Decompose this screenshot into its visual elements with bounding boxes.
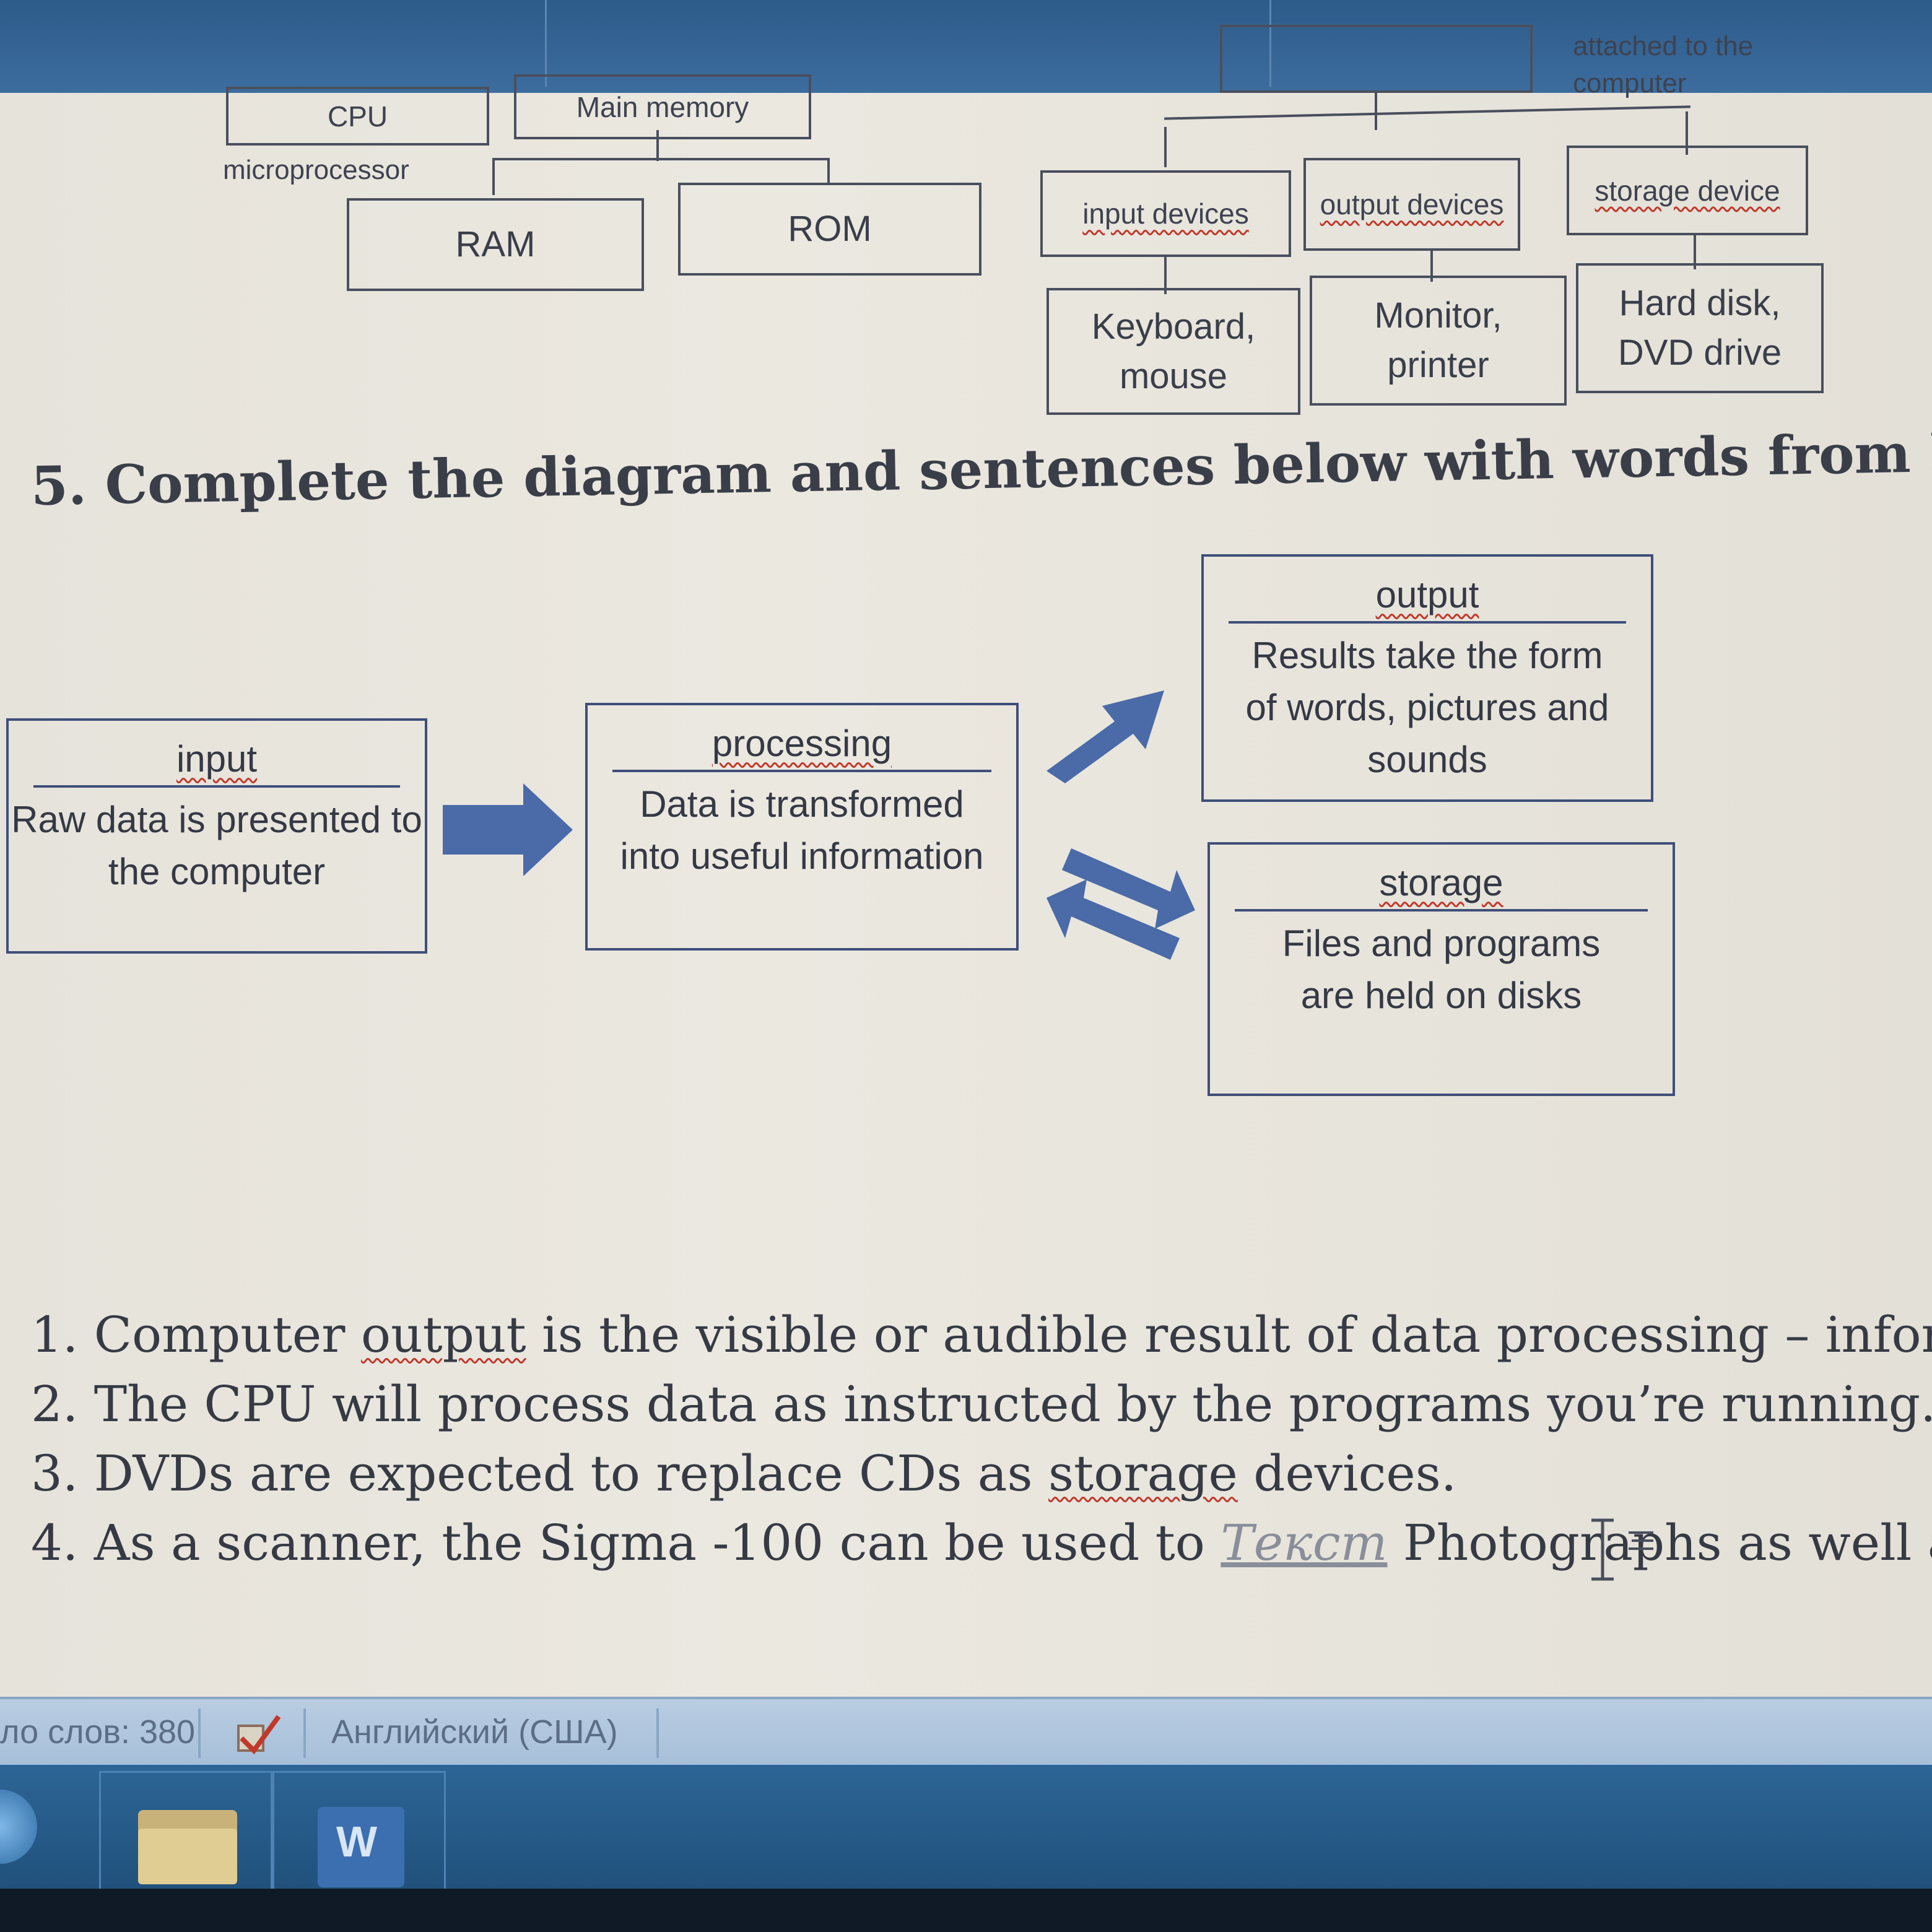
- cpu-label: CPU: [327, 100, 388, 133]
- output-box: output Results take the form of words, p…: [1201, 554, 1653, 802]
- folder-icon: [138, 1810, 237, 1884]
- harddisk-label: Hard disk, DVD drive: [1617, 283, 1782, 373]
- language-indicator[interactable]: Английский (США): [331, 1713, 618, 1751]
- processing-box: processing Data is transformed into usef…: [585, 703, 1019, 951]
- answer-storage[interactable]: storage: [1048, 1445, 1238, 1502]
- word-count[interactable]: ло слов: 380: [0, 1713, 195, 1751]
- input-devices-box: input devices: [1040, 170, 1291, 257]
- monitor-box: Monitor, printer: [1310, 276, 1567, 406]
- output-devices-box: output devices: [1303, 158, 1520, 251]
- svg-text:W: W: [336, 1817, 377, 1866]
- answer-output[interactable]: output: [361, 1306, 526, 1364]
- input-title: input: [176, 738, 258, 780]
- word-icon: W: [318, 1807, 404, 1887]
- ribbon-group-middle[interactable]: [557, 0, 1271, 87]
- cpu-box: CPU: [226, 87, 489, 146]
- attached-label: attached to the computer: [1573, 31, 1754, 98]
- storage-box: storage Files and programs are held on d…: [1208, 842, 1675, 1096]
- spellcheck-icon[interactable]: [229, 1710, 285, 1760]
- ram-label: RAM: [455, 224, 536, 264]
- main-memory-label: Main memory: [576, 90, 749, 123]
- keyboard-label: Keyboard, mouse: [1091, 306, 1256, 396]
- blank-devices-box: [1220, 25, 1533, 93]
- arrow-bidirectional-icon: [1046, 848, 1195, 960]
- storage-title: storage: [1379, 862, 1503, 903]
- status-bar: ло слов: 380 Английский (США): [0, 1697, 1932, 1767]
- monitor-label: Monitor, printer: [1374, 295, 1502, 385]
- input-devices-label: input devices: [1082, 198, 1249, 230]
- sentence-1[interactable]: 1. Computer output is the visible or aud…: [31, 1300, 1932, 1370]
- arrow-up-right-icon: [1046, 690, 1164, 783]
- screen-bezel: [0, 1889, 1932, 1932]
- output-title: output: [1375, 574, 1479, 616]
- text-placeholder-field[interactable]: Текст: [1221, 1514, 1387, 1572]
- keyboard-box: Keyboard, mouse: [1046, 288, 1300, 415]
- storage-device-label: storage device: [1595, 174, 1780, 207]
- main-memory-box: Main memory: [514, 74, 811, 139]
- output-body: Results take the form of words, pictures…: [1245, 635, 1609, 780]
- text-cursor-icon: [1591, 1518, 1653, 1581]
- document-page[interactable]: CPU Main memory microprocessor RAM ROM a…: [0, 25, 1932, 1703]
- sentence-3[interactable]: 3. DVDs are expected to replace CDs as s…: [31, 1439, 1932, 1508]
- rom-box: ROM: [678, 183, 981, 276]
- ribbon-group-left[interactable]: [37, 0, 547, 87]
- input-body: Raw data is presented to the computer: [11, 799, 422, 892]
- start-button[interactable]: [0, 1790, 37, 1864]
- exercise-heading: 5. Complete the diagram and sentences be…: [30, 420, 1932, 518]
- arrow-right-icon: [443, 783, 573, 876]
- storage-device-box: storage device: [1567, 146, 1808, 235]
- sentence-2[interactable]: 2. The CPU will process data as instruct…: [31, 1370, 1932, 1439]
- storage-body: Files and programs are held on disks: [1282, 923, 1601, 1016]
- output-devices-label: output devices: [1320, 188, 1504, 220]
- microprocessor-label: microprocessor: [223, 155, 409, 185]
- processing-body: Data is transformed into useful informat…: [620, 783, 984, 877]
- input-box: input Raw data is presented to the compu…: [6, 718, 427, 954]
- ram-box: RAM: [347, 198, 644, 291]
- harddisk-box: Hard disk, DVD drive: [1576, 263, 1824, 393]
- processing-title: processing: [711, 723, 892, 764]
- rom-label: ROM: [788, 209, 872, 249]
